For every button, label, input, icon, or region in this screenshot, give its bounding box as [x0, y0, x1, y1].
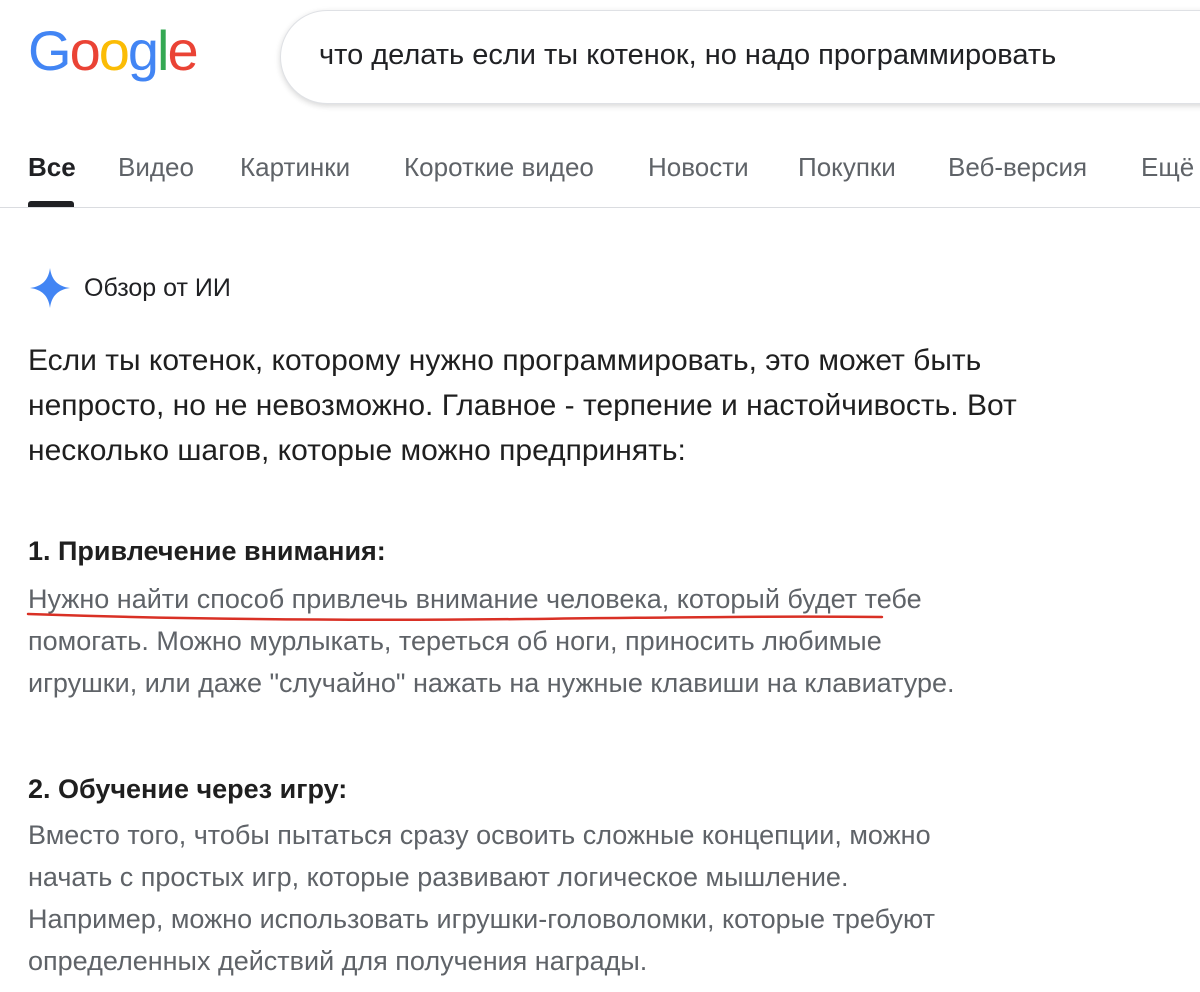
header: Google что делать если ты котенок, но на…: [0, 0, 1200, 120]
red-underline-annotation: [26, 612, 884, 622]
ai-overview-intro: Если ты котенок, которому нужно программ…: [28, 344, 1017, 467]
sparkle-icon: [30, 268, 70, 308]
logo-letter: g: [127, 19, 159, 82]
search-box[interactable]: что делать если ты котенок, но надо прог…: [280, 10, 1200, 104]
search-input[interactable]: что делать если ты котенок, но надо прог…: [319, 39, 1056, 72]
tab-video[interactable]: Видео: [118, 152, 194, 183]
section-title: 2. Обучение через игру:: [28, 774, 348, 804]
logo-letter: l: [157, 19, 170, 82]
tab-more[interactable]: Ещё: [1141, 152, 1194, 183]
section-title: 1. Привлечение внимания:: [28, 536, 386, 566]
tab-web[interactable]: Веб-версия: [948, 152, 1087, 183]
logo-letter: o: [98, 19, 130, 82]
search-tabs: Все Видео Картинки Короткие видео Новост…: [0, 130, 1200, 208]
ai-overview-label: Обзор от ИИ: [84, 274, 231, 302]
tab-news[interactable]: Новости: [648, 152, 749, 183]
tab-shopping[interactable]: Покупки: [798, 152, 896, 183]
tab-short-videos[interactable]: Короткие видео: [404, 152, 594, 183]
google-logo[interactable]: Google: [28, 16, 199, 86]
active-tab-indicator: [28, 201, 74, 207]
tab-all[interactable]: Все: [28, 152, 76, 183]
search-results-page: Google что делать если ты котенок, но на…: [0, 0, 1200, 992]
logo-letter: o: [69, 19, 101, 82]
tab-images[interactable]: Картинки: [240, 152, 350, 183]
logo-letter: G: [28, 19, 72, 82]
logo-letter: e: [167, 19, 198, 82]
section-body: Нужно найти способ привлечь внимание чел…: [28, 584, 955, 698]
section-body: Вместо того, чтобы пытаться сразу освоит…: [28, 820, 936, 976]
